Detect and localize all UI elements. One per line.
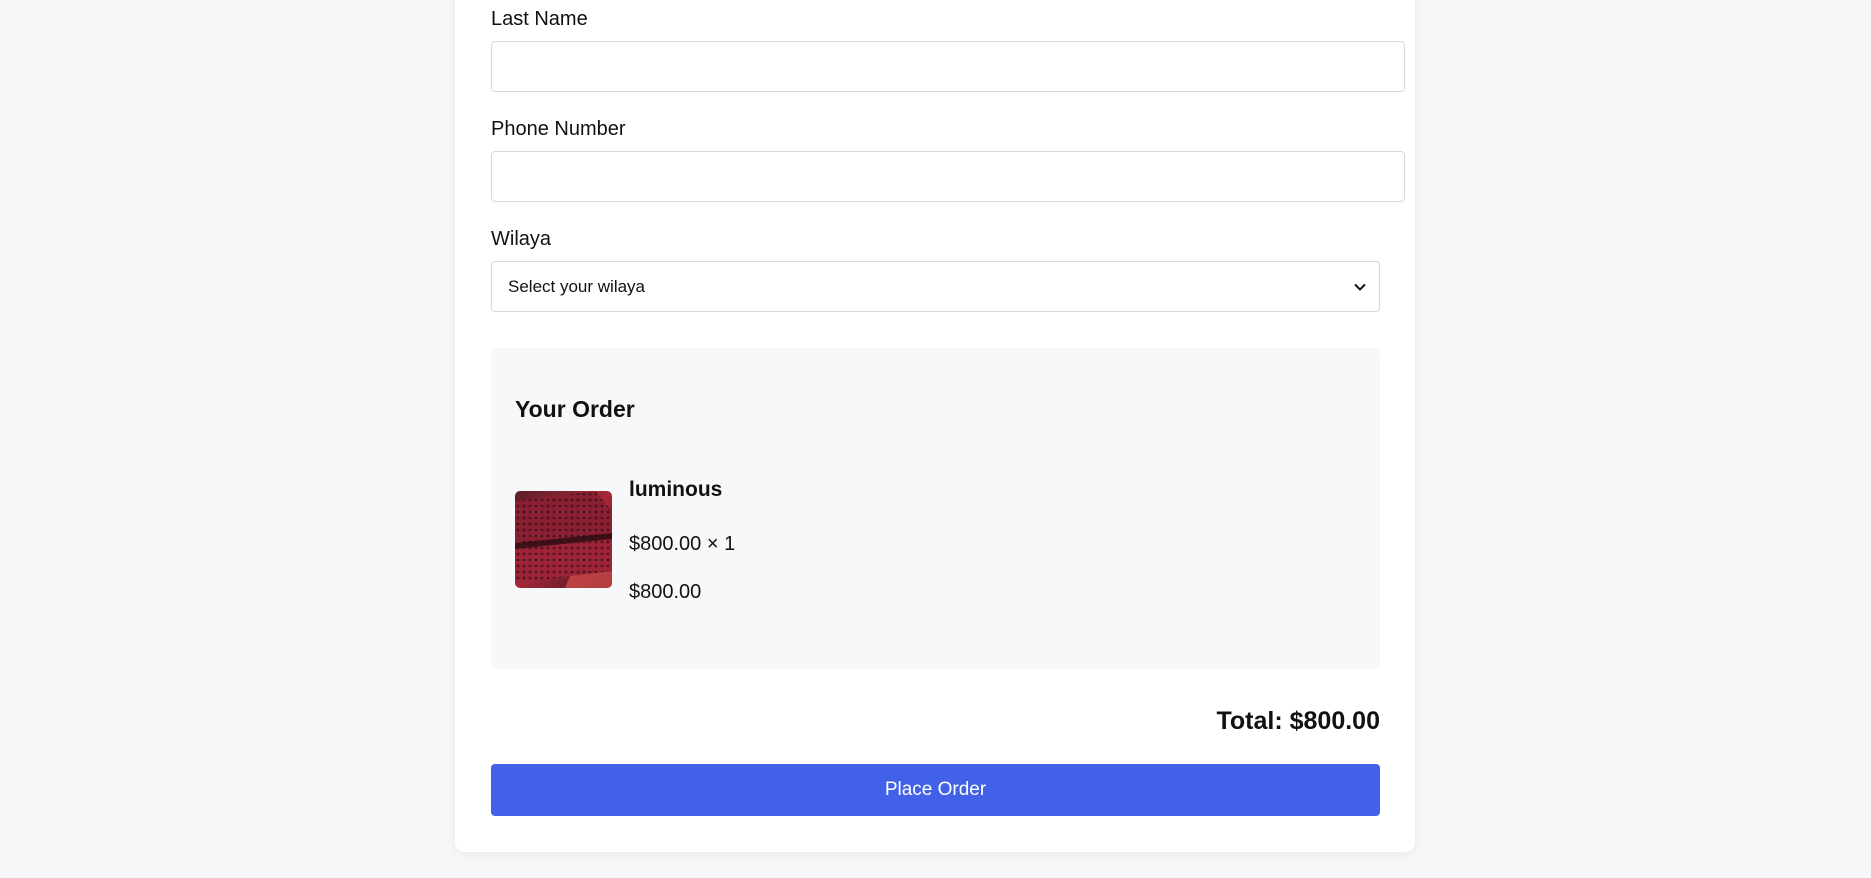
phone-number-input[interactable] (491, 151, 1405, 202)
item-price-quantity: $800.00 × 1 (629, 533, 736, 555)
order-title: Your Order (515, 396, 635, 422)
last-name-input[interactable] (491, 41, 1405, 92)
item-name: luminous (629, 478, 723, 501)
last-name-label: Last Name (491, 8, 588, 30)
chevron-down-icon (1354, 283, 1366, 291)
place-order-button[interactable]: Place Order (491, 764, 1380, 816)
wilaya-selected-value: Select your wilaya (508, 276, 646, 296)
item-subtotal: $800.00 (629, 581, 702, 603)
product-photo-icon (515, 491, 612, 588)
order-total: Total: $800.00 (1216, 707, 1380, 735)
wilaya-label: Wilaya (491, 228, 552, 250)
wilaya-select[interactable]: Select your wilaya (491, 261, 1380, 312)
product-thumbnail (515, 491, 612, 588)
phone-number-label: Phone Number (491, 118, 626, 140)
